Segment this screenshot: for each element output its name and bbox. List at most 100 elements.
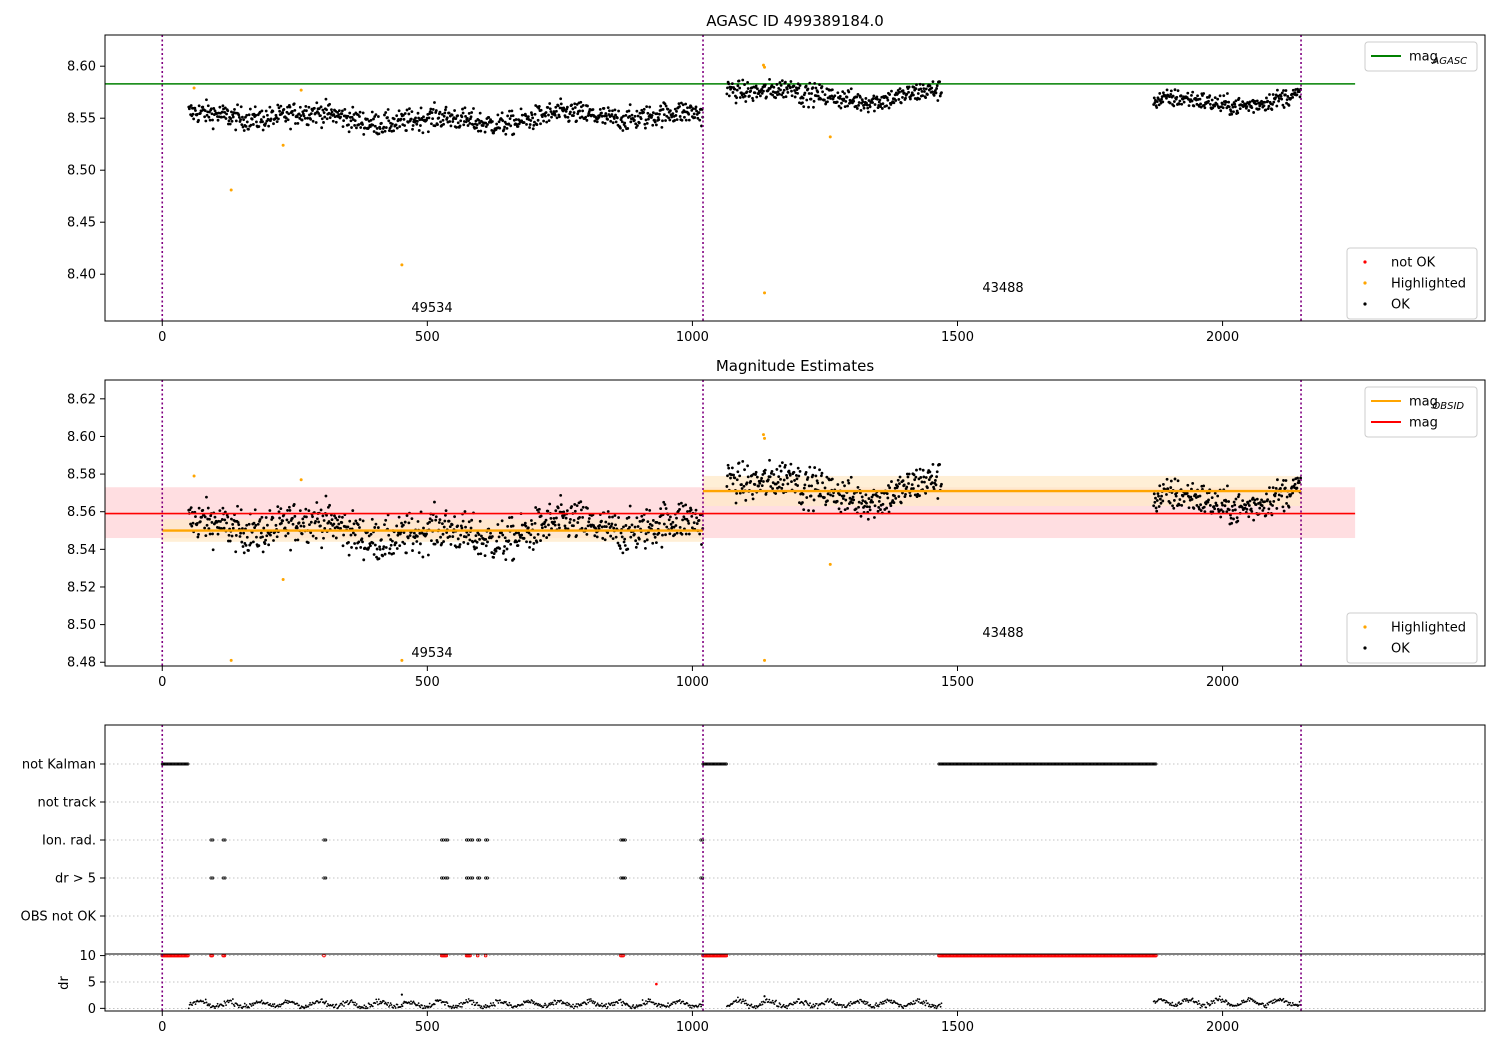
ok-point <box>357 123 361 126</box>
ok-point <box>197 118 200 122</box>
ok-point <box>1231 509 1235 512</box>
dr-ok-point <box>938 1003 941 1006</box>
dr-ok-point <box>531 1000 534 1002</box>
estimates-panel: Magnitude Estimates 8.488.508.528.548.56… <box>67 357 1486 690</box>
ok-point <box>1276 88 1279 92</box>
ok-point <box>645 538 649 542</box>
ok-point <box>661 533 664 537</box>
ok-point <box>381 130 385 134</box>
ok-point <box>871 493 875 497</box>
ok-point <box>461 111 465 115</box>
ok-point <box>322 111 326 115</box>
ok-point <box>484 544 488 548</box>
ok-point <box>819 97 823 101</box>
ok-point <box>619 531 623 535</box>
ok-point <box>1172 506 1176 510</box>
ok-point <box>686 106 689 110</box>
ok-point <box>198 111 202 115</box>
ok-point <box>886 496 890 500</box>
ok-point <box>552 516 556 520</box>
ok-point <box>1296 476 1299 480</box>
ok-point <box>358 526 361 529</box>
ok-point <box>932 93 936 97</box>
dr-ok-point <box>194 1003 197 1006</box>
dr-ok-point <box>923 1001 926 1004</box>
ok-point <box>276 103 280 107</box>
dr-ok-point <box>742 998 744 1001</box>
dr-ok-point <box>1209 1003 1212 1006</box>
dr-ok-point <box>1184 998 1186 1001</box>
ok-point <box>490 535 494 538</box>
ok-point <box>463 106 467 110</box>
ok-point <box>1194 493 1198 497</box>
ok-point <box>603 121 607 125</box>
dr-ok-point <box>421 1004 423 1007</box>
ok-point <box>265 534 269 538</box>
ok-point <box>1221 102 1224 106</box>
dr-ok-point <box>934 1004 937 1007</box>
dr-ok-point <box>321 998 323 1001</box>
ok-point <box>511 524 515 528</box>
ok-point <box>532 542 536 545</box>
ok-point <box>421 131 425 135</box>
ok-point <box>229 117 233 120</box>
ok-point <box>578 109 581 113</box>
ok-point <box>586 524 590 528</box>
ok-point <box>736 470 740 474</box>
dr-ok-point <box>928 1003 931 1006</box>
ok-point <box>855 107 859 110</box>
dr-ok-point <box>621 1004 624 1007</box>
ok-point <box>1232 500 1236 504</box>
ok-point <box>494 549 498 553</box>
ok-point <box>875 95 879 99</box>
dr-ok-point <box>204 998 207 1001</box>
ok-point <box>347 540 350 544</box>
ok-point <box>256 522 260 526</box>
ok-point <box>898 90 901 94</box>
ok-point <box>1253 498 1257 502</box>
ok-point <box>873 504 877 508</box>
ok-point <box>204 534 208 538</box>
highlighted-point <box>229 188 233 192</box>
ok-point <box>1199 503 1202 507</box>
ok-point <box>291 522 295 526</box>
ok-point <box>251 540 255 544</box>
ok-point <box>247 549 250 552</box>
ok-point <box>221 104 225 108</box>
ok-point <box>334 536 338 540</box>
ok-point <box>609 534 613 538</box>
ok-point <box>861 499 865 503</box>
ok-point <box>902 483 906 487</box>
ok-point <box>323 115 327 119</box>
ok-point <box>433 101 436 104</box>
ok-point <box>314 519 317 523</box>
ok-point <box>1249 507 1253 511</box>
ok-point <box>356 523 360 526</box>
ok-point <box>247 113 251 117</box>
ok-point <box>221 506 225 510</box>
ok-point <box>646 520 650 524</box>
dr-ok-point <box>798 998 800 1001</box>
ok-point <box>840 101 843 105</box>
obsid-label: 43488 <box>982 281 1023 296</box>
ok-point <box>772 473 776 476</box>
ok-point <box>1191 90 1195 94</box>
ok-point <box>871 500 874 504</box>
ok-point <box>248 107 252 111</box>
ok-point <box>868 505 871 509</box>
ok-point <box>926 93 929 96</box>
ok-point <box>515 540 519 544</box>
ok-point <box>899 501 903 505</box>
ok-point <box>285 518 289 522</box>
ok-point <box>675 109 678 113</box>
ok-point <box>293 514 297 518</box>
dr-ok-point <box>832 1000 835 1003</box>
ok-point <box>690 514 694 518</box>
ok-point <box>341 125 345 129</box>
ok-point <box>203 515 207 519</box>
ok-point <box>434 109 438 112</box>
dr-ok-point <box>308 1003 311 1006</box>
agasc-top-legend-subscript: AGASC <box>1431 56 1467 67</box>
dr-ok-point <box>620 1001 623 1004</box>
ok-point <box>847 481 851 485</box>
